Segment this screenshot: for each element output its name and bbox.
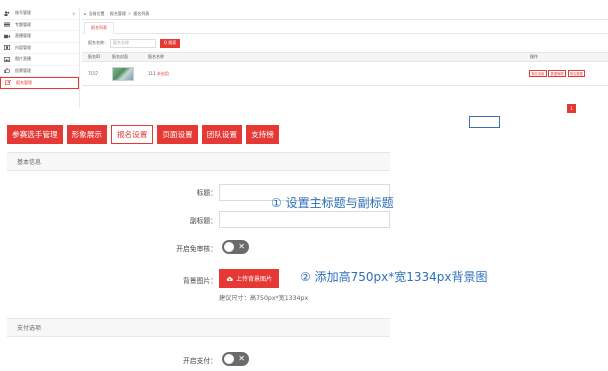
row-name: 111 (148, 70, 156, 76)
thumb-icon (4, 68, 10, 74)
sidebar-item-vote[interactable]: 投票管理 (0, 66, 79, 77)
col-header-ops: 操作 (530, 54, 538, 59)
tab-support-board[interactable]: 支持榜 (246, 125, 279, 144)
breadcrumb-level1[interactable]: 报名管理 (110, 11, 126, 17)
tab-page-settings[interactable]: 页面设置 (157, 125, 198, 144)
sidebar-item-label: 直播管理 (15, 33, 31, 39)
sidebar: 账号管理 ∨ 专题管理 直播管理 内容管理 图片直播 投票管理 报名管理 (0, 8, 80, 108)
subtitle-label: 副标题： (189, 217, 217, 225)
cell-image (112, 66, 134, 81)
filter-label: 报名名称： (88, 40, 108, 45)
breadcrumb-home: 当前位置 (88, 10, 105, 16)
upload-label: 上传背景图片 (236, 276, 273, 283)
search-button[interactable]: Q 搜索 (160, 38, 180, 48)
cloud-upload-icon (226, 276, 233, 281)
sidebar-item-topic[interactable]: 专题管理 (0, 20, 79, 31)
breadcrumb-separator: : (106, 11, 108, 16)
chevron-down-icon: ∨ (72, 10, 75, 16)
sidebar-item-label: 账号管理 (15, 10, 31, 16)
data-manage-button[interactable]: 数据管理 (548, 70, 566, 77)
row-actions: 报名设置 数据管理 报名数据 (529, 70, 586, 77)
section-title: 支付选项 (7, 319, 390, 337)
tab-showcase[interactable]: 形象展示 (66, 125, 107, 144)
col-header-name: 报名名称 (148, 54, 164, 59)
col-header-image: 报名封面 (112, 54, 128, 59)
sidebar-item-label: 投票管理 (15, 67, 31, 73)
search-input[interactable]: 报名名称 (110, 38, 156, 48)
toggle-knob (224, 354, 234, 364)
tab-team-settings[interactable]: 团队设置 (201, 125, 243, 144)
edit-icon (5, 80, 11, 86)
close-icon: ✕ (238, 354, 245, 363)
basic-info-panel: 基本信息 标题： 副标题： 开启免审核： ✕ 背景图片： 上传背景图片 建议尺寸… (7, 152, 390, 317)
cell-name: 111 未启用 (148, 71, 169, 77)
signup-data-button[interactable]: 报名数据 (567, 70, 586, 77)
sidebar-item-label: 报名管理 (16, 79, 32, 85)
free-review-toggle[interactable]: ✕ (222, 240, 249, 254)
empty-callout-box (469, 116, 500, 128)
breadcrumb: ⌂ 当前位置 : 报名管理 > 报名列表 (82, 8, 608, 20)
admin-list-screenshot: 账号管理 ∨ 专题管理 直播管理 内容管理 图片直播 投票管理 报名管理 ⌂ 当… (0, 0, 608, 118)
sidebar-item-signup[interactable]: 报名管理 (0, 77, 79, 89)
sidebar-item-label: 图片直播 (15, 56, 31, 62)
toggle-knob (224, 242, 234, 252)
title-label: 标题： (196, 189, 217, 197)
film-icon (4, 45, 10, 51)
settings-tabbar: 参赛选手管理 形象展示 报名设置 页面设置 团队设置 支持榜 (7, 125, 279, 144)
annotation-step1: ① 设置主标题与副标题 (271, 196, 394, 210)
list-icon (4, 22, 10, 27)
user-group-icon (4, 11, 10, 16)
subtitle-input[interactable] (219, 211, 390, 228)
annotation-step2: ② 添加高750px*宽1334px背景图 (300, 270, 488, 284)
home-icon: ⌂ (84, 11, 87, 16)
free-review-label: 开启免审核： (176, 245, 217, 253)
image-icon (4, 56, 10, 62)
admin-main: ⌂ 当前位置 : 报名管理 > 报名列表 报名列表 报名名称： 报名名称 Q 搜… (82, 8, 608, 118)
section-title: 基本信息 (7, 153, 390, 171)
filter-bar: 报名名称： 报名名称 Q 搜索 (82, 34, 608, 52)
breadcrumb-separator: > (127, 11, 132, 16)
enable-pay-toggle[interactable]: ✕ (222, 352, 249, 366)
video-icon (4, 34, 10, 39)
sidebar-item-label: 内容管理 (15, 44, 31, 50)
tab-signup-settings[interactable]: 报名设置 (110, 125, 154, 144)
pay-options-panel: 支付选项 开启支付： ✕ (7, 318, 390, 371)
thumbnail-image (112, 66, 134, 81)
close-icon: ✕ (238, 242, 245, 251)
enable-pay-label: 开启支付： (183, 357, 217, 365)
list-tabbar: 报名列表 (82, 20, 608, 34)
sidebar-item-live[interactable]: 直播管理 (0, 31, 79, 43)
tab-signup-list[interactable]: 报名列表 (84, 22, 114, 34)
row-status: 未启用 (156, 70, 169, 76)
cell-id: 7157 (88, 71, 99, 76)
table-row: 7157 111 未启用 报名设置 数据管理 报名数据 (82, 62, 608, 86)
col-header-id: 报名ID (88, 54, 101, 59)
bg-size-hint: 建议尺寸：高750px*宽1334px (219, 295, 309, 302)
sidebar-item-label: 专题管理 (15, 21, 31, 27)
bg-image-label: 背景图片： (183, 277, 217, 285)
signup-settings-button[interactable]: 报名设置 (529, 70, 547, 77)
sidebar-item-content[interactable]: 内容管理 (0, 43, 79, 54)
sidebar-item-account[interactable]: 账号管理 ∨ (0, 8, 79, 20)
sidebar-item-image-live[interactable]: 图片直播 (0, 54, 79, 66)
upload-bg-button[interactable]: 上传背景图片 (219, 269, 280, 288)
breadcrumb-level2[interactable]: 报名列表 (133, 11, 149, 17)
tab-contestants[interactable]: 参赛选手管理 (7, 125, 63, 144)
page-chip[interactable]: 1 (567, 104, 576, 113)
table-header: 报名ID 报名封面 报名名称 操作 (82, 52, 608, 62)
